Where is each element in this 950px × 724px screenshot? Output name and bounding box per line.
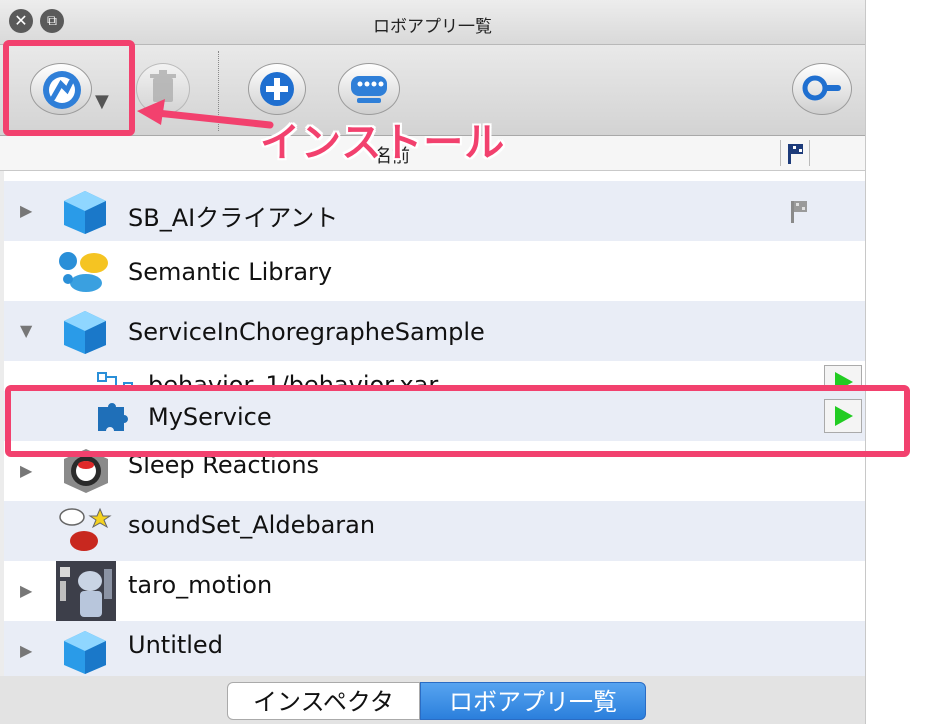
window-title: ロボアプリ一覧 [373, 17, 492, 37]
cube-icon [64, 191, 106, 234]
flag-icon [791, 201, 807, 223]
expand-arrow-icon[interactable]: ▶ [20, 642, 38, 660]
list-item-label: ServiceInChoregrapheSample [128, 318, 485, 346]
list-item-label: taro_motion [128, 571, 273, 599]
search-button[interactable] [792, 63, 852, 115]
list-item[interactable]: ▶ Untitled [4, 621, 865, 681]
list-item[interactable]: soundSet_Aldebaran [4, 501, 865, 561]
install-annotation-label: インストール [260, 120, 506, 166]
cube-icon [64, 311, 106, 354]
robot-photo-icon [56, 561, 116, 621]
list-item-label: soundSet_Aldebaran [128, 511, 376, 539]
myservice-highlight-box [5, 385, 910, 457]
magnifier-icon [802, 75, 841, 101]
expand-arrow-icon[interactable]: ▶ [20, 582, 38, 600]
install-highlight-box [3, 40, 135, 136]
speech-bubbles-icon [59, 252, 108, 292]
list-item[interactable]: ▶ taro_motion [4, 561, 865, 621]
collapse-arrow-icon[interactable]: ▼ [20, 322, 38, 340]
list-item-label: Semantic Library [128, 258, 333, 286]
title-bar: ✕ ⧉ ロボアプリ一覧 [0, 0, 865, 45]
list-item-label: Untitled [128, 631, 223, 659]
list-item[interactable]: ▼ ServiceInChoregrapheSample [4, 301, 865, 361]
expand-arrow-icon[interactable]: ▶ [20, 202, 38, 220]
column-header-flag[interactable] [780, 140, 810, 166]
cube-icon [64, 631, 106, 674]
sound-bubbles-icon [59, 507, 112, 551]
tab-robot-apps[interactable]: ロボアプリ一覧 [420, 682, 646, 720]
list-item[interactable]: Semantic Library [4, 241, 865, 301]
annotation-arrow-icon [137, 99, 274, 129]
expand-arrow-icon[interactable]: ▶ [20, 462, 38, 480]
list-item[interactable]: ▶ SB_AIクライアント [4, 181, 865, 241]
bottom-tab-bar: インスペクタ ロボアプリ一覧 [0, 676, 865, 724]
robot-head-icon [351, 76, 387, 103]
list-item-label: SB_AIクライアント [128, 204, 339, 232]
device-button[interactable] [338, 63, 400, 115]
flag-icon [788, 144, 803, 164]
tab-inspector[interactable]: インスペクタ [227, 682, 420, 720]
